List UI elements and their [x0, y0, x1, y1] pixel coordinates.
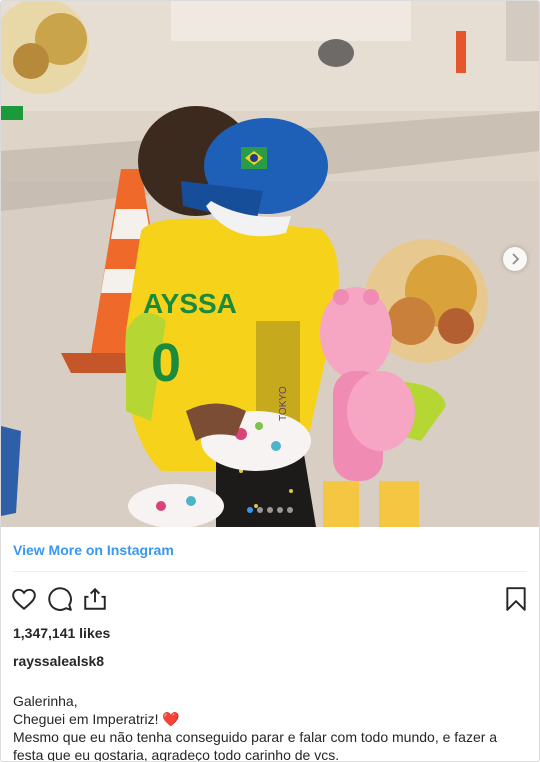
medal-ribbon-text: TOKYO	[278, 386, 289, 421]
post-photo[interactable]: AYSSA 0 TOKYO	[1, 1, 539, 527]
carousel-next-button[interactable]	[503, 247, 527, 271]
carousel-dot	[257, 507, 263, 513]
jersey-name-text: AYSSA	[143, 288, 237, 319]
likes-count: 1,347,141 likes	[13, 625, 111, 641]
share-button[interactable]	[82, 586, 108, 612]
jersey-number-text: 0	[151, 333, 181, 393]
comment-icon	[48, 587, 72, 611]
caption-line: Galerinha,	[13, 693, 78, 709]
instagram-embed-post: AYSSA 0 TOKYO View More on Instagram 1,3…	[0, 0, 540, 762]
like-button[interactable]	[11, 586, 37, 612]
photo-scene: AYSSA 0 TOKYO	[1, 1, 539, 527]
caption-line: Cheguei em Imperatriz! ❤️	[13, 711, 180, 727]
chevron-right-icon	[512, 253, 520, 265]
action-bar	[1, 578, 539, 620]
caption-line: Mesmo que eu não tenha conseguido parar …	[13, 729, 498, 762]
carousel-dot	[287, 507, 293, 513]
divider	[13, 571, 527, 572]
view-more-link[interactable]: View More on Instagram	[13, 541, 539, 559]
save-button[interactable]	[503, 586, 529, 612]
heart-icon	[12, 588, 36, 611]
carousel-dot	[277, 507, 283, 513]
share-icon	[84, 587, 106, 610]
comment-button[interactable]	[47, 586, 73, 612]
carousel-dot	[267, 507, 273, 513]
carousel-indicator	[1, 507, 539, 513]
bookmark-icon	[506, 587, 526, 611]
post-caption: Galerinha, Cheguei em Imperatriz! ❤️ Mes…	[13, 692, 527, 762]
username-link[interactable]: rayssalealsk8	[13, 652, 539, 670]
carousel-dot	[247, 507, 253, 513]
